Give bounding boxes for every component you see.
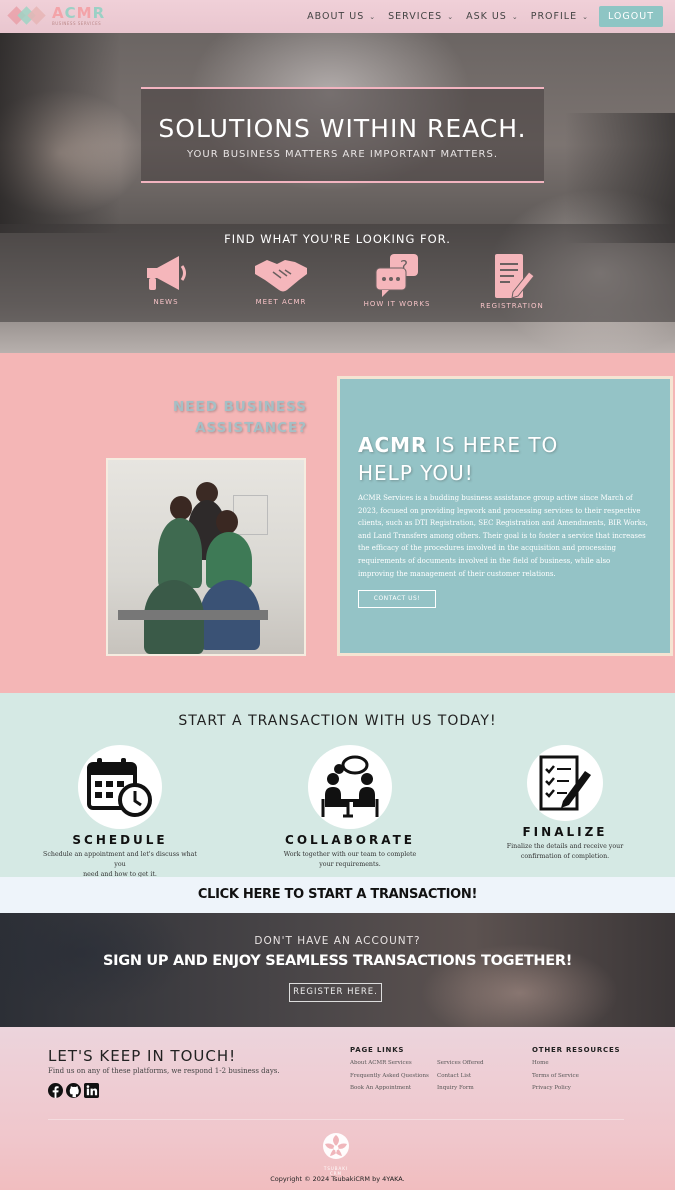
footer-link-terms[interactable]: Terms of Service xyxy=(532,1073,579,1079)
copyright: Copyright © 2024 TsubakiCRM by 4YAKA. xyxy=(270,1175,405,1183)
about-body: ACMR Services is a budding business assi… xyxy=(358,494,648,578)
about-heading-rest-2: HELP YOU! xyxy=(358,461,474,485)
brand-logo[interactable]: ACMR BUSINESS SERVICES xyxy=(7,4,106,27)
quick-link-meet-acmr-label: MEET ACMR xyxy=(255,298,307,306)
nav-profile[interactable]: PROFILE ⌄ xyxy=(531,11,589,22)
nav-about-us[interactable]: ABOUT US ⌄ xyxy=(307,11,376,22)
footer-link-faq[interactable]: Frequently Asked Questions xyxy=(350,1073,429,1079)
footer-link-book[interactable]: Book An Appointment xyxy=(350,1085,411,1091)
step-finalize-desc-line-1: Finalize the details and receive your xyxy=(506,843,624,850)
need-line-1: NEED BUSINESS xyxy=(172,399,307,415)
other-resources-heading: OTHER RESOURCES xyxy=(532,1046,621,1054)
social-links xyxy=(48,1083,99,1098)
navbar: ACMR BUSINESS SERVICES ABOUT US ⌄ SERVIC… xyxy=(0,0,675,33)
logout-button[interactable]: LOGOUT xyxy=(598,6,663,27)
step-schedule-desc-line-1: Schedule an appointment and let's discus… xyxy=(43,851,197,868)
about-section: NEED BUSINESS ASSISTANCE? ACMR IS HERE T… xyxy=(0,353,675,693)
step-finalize: FINALIZE Finalize the details and receiv… xyxy=(490,745,640,862)
linkedin-icon[interactable] xyxy=(84,1083,99,1098)
about-card: ACMR IS HERE TO HELP YOU! ACMR Services … xyxy=(337,376,673,656)
quick-link-how-it-works[interactable]: ? HOW IT WORKS xyxy=(357,252,437,308)
nav-ask-us-label: ASK US xyxy=(466,11,507,22)
footer-link-privacy[interactable]: Privacy Policy xyxy=(532,1085,571,1091)
hero-subtitle: YOUR BUSINESS MATTERS ARE IMPORTANT MATT… xyxy=(186,149,498,160)
quick-link-news-label: NEWS xyxy=(153,298,179,306)
logo-diamonds-icon xyxy=(7,5,48,27)
register-button[interactable]: REGISTER HERE. xyxy=(289,983,382,1002)
footer-link-home[interactable]: Home xyxy=(532,1060,549,1066)
start-title: START A TRANSACTION WITH US TODAY! xyxy=(178,713,497,729)
page-links-heading: PAGE LINKS xyxy=(350,1046,405,1054)
chevron-down-icon: ⌄ xyxy=(369,12,377,21)
step-collaborate: COLLABORATE Work together with our team … xyxy=(272,745,428,870)
quick-link-registration[interactable]: REGISTRATION xyxy=(472,252,552,310)
footer-link-services[interactable]: Services Offered xyxy=(437,1060,484,1066)
meeting-icon xyxy=(321,755,379,818)
footer: LET'S KEEP IN TOUCH! Find us on any of t… xyxy=(0,1027,675,1190)
start-transaction-section: START A TRANSACTION WITH US TODAY! SCHED… xyxy=(0,693,675,880)
step-collaborate-desc: Work together with our team to complete … xyxy=(272,850,428,870)
step-collaborate-desc-line-2: your requirements. xyxy=(319,861,381,868)
chevron-down-icon: ⌄ xyxy=(447,12,455,21)
step-schedule-title: SCHEDULE xyxy=(72,833,168,847)
camellia-logo-icon xyxy=(323,1133,349,1159)
github-icon[interactable] xyxy=(66,1083,81,1098)
handshake-icon xyxy=(255,260,307,292)
quick-link-meet-acmr[interactable]: MEET ACMR xyxy=(241,252,321,306)
signup-section: DON'T HAVE AN ACCOUNT? SIGN UP AND ENJOY… xyxy=(0,913,675,1027)
quick-link-registration-label: REGISTRATION xyxy=(480,302,544,310)
nav-profile-label: PROFILE xyxy=(530,11,578,22)
facebook-icon[interactable] xyxy=(48,1083,63,1098)
quick-links-title: FIND WHAT YOU'RE LOOKING FOR. xyxy=(224,232,451,246)
footer-logo[interactable]: TSUBAKI CRM xyxy=(319,1131,353,1176)
calendar-clock-icon xyxy=(87,758,152,817)
form-pen-icon xyxy=(495,254,535,299)
step-collaborate-desc-line-1: Work together with our team to complete xyxy=(283,851,417,858)
nav-services[interactable]: SERVICES ⌄ xyxy=(388,11,454,22)
need-line-2: ASSISTANCE? xyxy=(195,420,307,436)
step-finalize-desc-line-2: confirmation of completion. xyxy=(520,853,610,860)
hero-title: SOLUTIONS WITHIN REACH. xyxy=(158,114,527,143)
signup-headline: SIGN UP AND ENJOY SEAMLESS TRANSACTIONS … xyxy=(102,953,573,969)
about-heading: ACMR IS HERE TO HELP YOU! xyxy=(358,431,558,487)
step-schedule: SCHEDULE Schedule an appointment and let… xyxy=(38,745,202,880)
quick-link-news[interactable]: NEWS xyxy=(126,252,206,306)
chevron-down-icon: ⌄ xyxy=(582,12,589,21)
step-finalize-title: FINALIZE xyxy=(522,825,608,839)
footer-title: LET'S KEEP IN TOUCH! xyxy=(48,1047,237,1065)
footer-subtitle: Find us on any of these platforms, we re… xyxy=(48,1067,280,1075)
logo-subtitle: BUSINESS SERVICES xyxy=(52,21,102,26)
checklist-pen-icon xyxy=(539,755,591,811)
chat-question-icon: ? xyxy=(375,254,418,297)
signup-question: DON'T HAVE AN ACCOUNT? xyxy=(254,935,421,947)
nav-about-us-label: ABOUT US xyxy=(307,11,365,22)
step-finalize-desc: Finalize the details and receive your co… xyxy=(490,842,640,862)
footer-link-inquiry[interactable]: Inquiry Form xyxy=(437,1085,474,1091)
hero-banner: SOLUTIONS WITHIN REACH. YOUR BUSINESS MA… xyxy=(141,87,544,183)
chevron-down-icon: ⌄ xyxy=(511,12,519,21)
step-schedule-desc: Schedule an appointment and let's discus… xyxy=(38,850,202,880)
nav-services-label: SERVICES xyxy=(388,11,443,22)
contact-us-button[interactable]: CONTACT US! xyxy=(358,590,436,608)
quick-link-how-it-works-label: HOW IT WORKS xyxy=(363,300,431,308)
nav-ask-us[interactable]: ASK US ⌄ xyxy=(466,11,519,22)
about-heading-rest-1: IS HERE TO xyxy=(427,433,559,457)
footer-divider xyxy=(48,1119,624,1120)
step-collaborate-title: COLLABORATE xyxy=(285,833,415,847)
team-photo xyxy=(106,458,306,656)
megaphone-icon xyxy=(147,256,186,290)
need-assistance-heading: NEED BUSINESS ASSISTANCE? xyxy=(173,397,307,439)
quick-links-band: FIND WHAT YOU'RE LOOKING FOR. NEWS MEET … xyxy=(0,224,675,322)
start-transaction-link[interactable]: CLICK HERE TO START A TRANSACTION! xyxy=(0,877,675,913)
footer-link-contact-list[interactable]: Contact List xyxy=(437,1073,471,1079)
about-heading-brand: ACMR xyxy=(358,433,428,457)
footer-link-about[interactable]: About ACMR Services xyxy=(350,1060,412,1066)
logo-wordmark: ACMR xyxy=(52,4,106,22)
hero-section: SOLUTIONS WITHIN REACH. YOUR BUSINESS MA… xyxy=(0,33,675,353)
